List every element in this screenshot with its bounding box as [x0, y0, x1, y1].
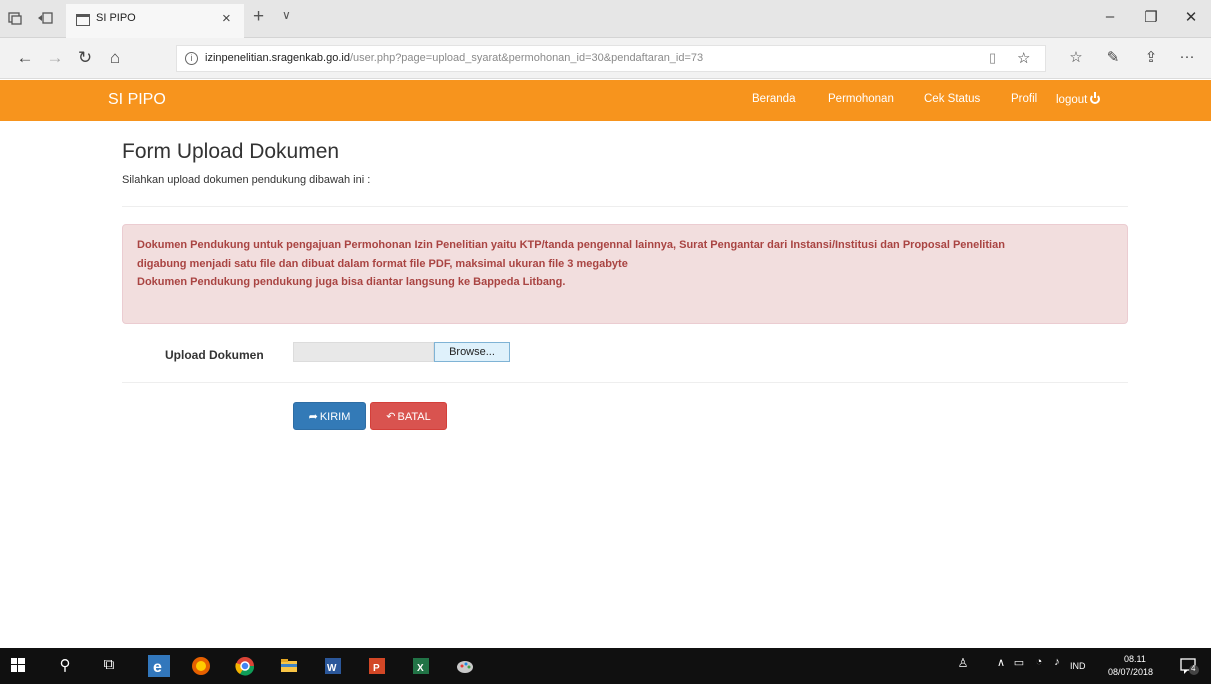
site-brand[interactable]: SI PIPO [108, 91, 166, 109]
url-domain: izinpenelitian.sragenkab.go.id [205, 52, 350, 64]
chrome-icon[interactable] [234, 655, 256, 677]
alert-line-1: Dokumen Pendukung untuk pengajuan Permoh… [137, 239, 1005, 251]
svg-text:e: e [153, 659, 162, 676]
svg-text:P: P [373, 663, 380, 674]
notification-count: 4 [1191, 664, 1196, 673]
nav-permohonan[interactable]: Permohonan [828, 93, 894, 105]
more-menu-icon[interactable]: ··· [1176, 48, 1198, 65]
url-text: izinpenelitian.sragenkab.go.id/user.php?… [205, 52, 703, 64]
firefox-icon[interactable] [190, 655, 212, 677]
page-title: Form Upload Dokumen [122, 140, 340, 163]
home-icon[interactable]: ⌂ [104, 48, 126, 68]
favorite-star-icon[interactable]: ☆ [1017, 49, 1030, 67]
battery-icon[interactable]: ▭ [1008, 656, 1030, 669]
action-center-icon[interactable]: 4 [1178, 655, 1200, 677]
upload-label: Upload Dokumen [165, 348, 264, 362]
restore-button[interactable]: ❐ [1136, 8, 1166, 26]
alert-line-2: digabung menjadi satu file dan dibuat da… [137, 258, 628, 270]
power-icon [1090, 92, 1101, 104]
batal-button[interactable]: ↶ BATAL [370, 402, 447, 430]
reading-view-icon[interactable]: ▯ [989, 50, 996, 66]
forward-icon[interactable]: → [44, 48, 66, 68]
edge-icon[interactable]: e [148, 655, 170, 677]
site-navbar: SI PIPO Beranda Permohonan Cek Status Pr… [0, 80, 1211, 121]
refresh-icon[interactable]: ↻ [74, 48, 96, 68]
svg-text:W: W [327, 663, 337, 674]
people-icon[interactable]: ♙ [952, 656, 974, 670]
windows-start-icon[interactable] [10, 657, 32, 679]
site-info-icon[interactable]: i [185, 52, 198, 65]
url-input[interactable]: i izinpenelitian.sragenkab.go.id/user.ph… [176, 45, 1046, 72]
favorites-hub-icon[interactable]: ☆ [1065, 48, 1087, 66]
word-icon[interactable]: W [322, 655, 344, 677]
windows-taskbar: ⚲ ⧉ e W P X ♙ ∧ ▭ ◔ ♪ IND 08.11 08/07/20… [0, 648, 1211, 684]
kirim-label: KIRIM [319, 411, 351, 423]
nav-beranda[interactable]: Beranda [752, 93, 795, 105]
page-icon [76, 14, 90, 26]
clock-time[interactable]: 08.11 [1124, 654, 1146, 664]
web-note-pen-icon[interactable]: ✎ [1102, 48, 1124, 66]
clock-date[interactable]: 08/07/2018 [1108, 667, 1153, 677]
page-subtitle: Silahkan upload dokumen pendukung dibawa… [122, 174, 371, 186]
back-icon[interactable]: ← [14, 48, 36, 68]
nav-logout[interactable]: logout [1056, 92, 1101, 106]
volume-icon[interactable]: ♪ [1046, 656, 1068, 668]
reply-arrow-icon: ↶ [386, 411, 396, 423]
url-path: /user.php?page=upload_syarat&permohonan_… [349, 52, 704, 64]
language-indicator[interactable]: IND [1070, 661, 1086, 671]
browse-button[interactable]: Browse... [434, 342, 510, 362]
share-arrow-icon: ➦ [308, 411, 318, 423]
divider [122, 382, 1128, 383]
tab-preview-icon[interactable] [36, 10, 54, 28]
close-window-button[interactable]: ✕ [1176, 8, 1206, 26]
divider [122, 206, 1128, 207]
tab-menu-chevron-icon[interactable]: ∨ [282, 8, 291, 22]
file-input[interactable] [293, 342, 434, 362]
minimize-button[interactable]: – [1095, 8, 1125, 25]
svg-text:X: X [417, 663, 424, 674]
search-icon[interactable]: ⚲ [54, 656, 76, 674]
tab-actions-icon[interactable] [6, 10, 24, 28]
nav-logout-label: logout [1056, 94, 1088, 106]
batal-label: BATAL [397, 411, 431, 423]
paint-icon[interactable] [454, 655, 476, 677]
kirim-button[interactable]: ➦ KIRIM [293, 402, 366, 430]
info-alert: Dokumen Pendukung untuk pengajuan Permoh… [122, 224, 1128, 324]
excel-icon[interactable]: X [410, 655, 432, 677]
share-icon[interactable]: ⇪ [1140, 48, 1162, 66]
tab-title: SI PIPO [96, 12, 136, 24]
nav-profil[interactable]: Profil [1011, 93, 1037, 105]
task-view-icon[interactable]: ⧉ [98, 656, 120, 673]
powerpoint-icon[interactable]: P [366, 655, 388, 677]
new-tab-button[interactable]: + [253, 6, 264, 28]
alert-line-3: Dokumen Pendukung pendukung juga bisa di… [137, 276, 566, 288]
browser-titlebar: SI PIPO × + ∨ – ❐ ✕ [0, 0, 1211, 38]
file-explorer-icon[interactable] [278, 655, 300, 677]
browser-addressbar: ← → ↻ ⌂ i izinpenelitian.sragenkab.go.id… [0, 38, 1211, 79]
nav-cek-status[interactable]: Cek Status [924, 93, 980, 105]
browser-tab-active[interactable]: SI PIPO × [66, 4, 244, 38]
tab-close-button[interactable]: × [222, 10, 231, 27]
